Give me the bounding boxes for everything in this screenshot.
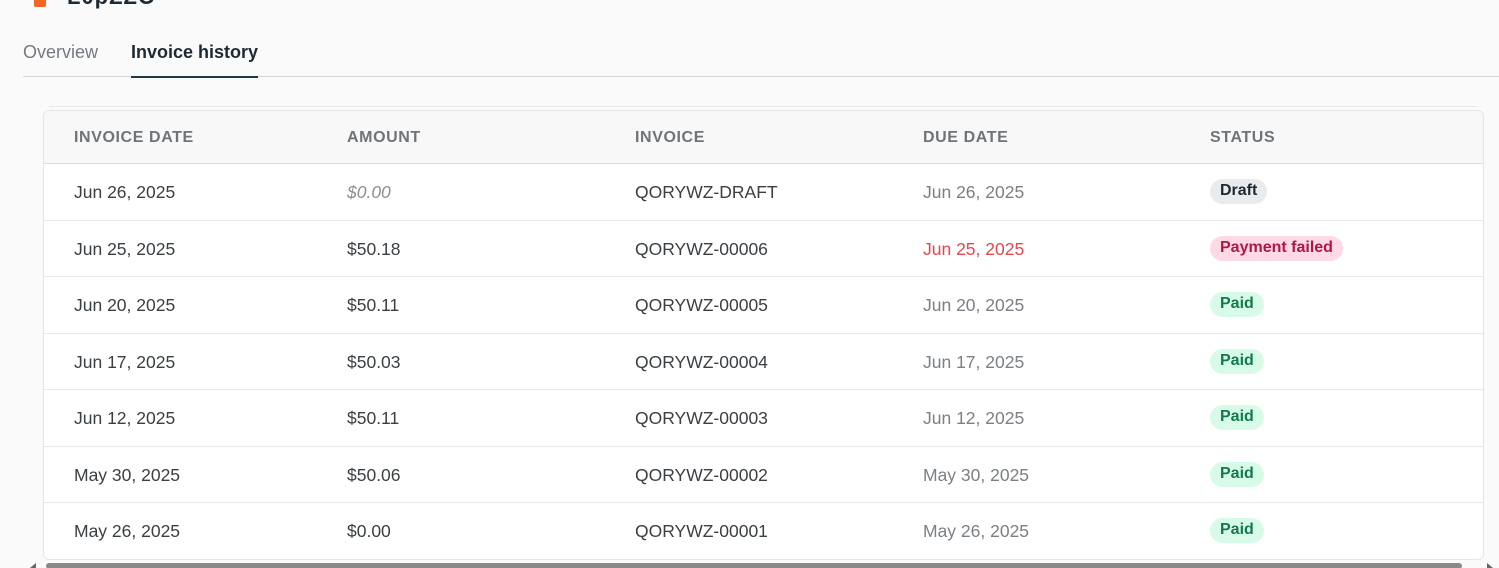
- status-badge: Draft: [1210, 179, 1268, 204]
- invoice-number-cell[interactable]: QORYWZ-DRAFT: [635, 182, 778, 203]
- status-cell: Payment failed: [1210, 235, 1343, 261]
- amount-cell: $0.00: [347, 182, 391, 202]
- due-date-cell: Jun 20, 2025: [923, 295, 1025, 315]
- table-row[interactable]: Jun 25, 2025 $50.18 QORYWZ-00006 Jun 25,…: [44, 221, 1483, 277]
- horizontal-scrollbar-thumb[interactable]: [46, 563, 1462, 568]
- status-badge: Paid: [1210, 405, 1264, 430]
- amount-cell: $50.11: [347, 295, 400, 315]
- column-header-due-date[interactable]: DUE DATE: [923, 129, 1008, 147]
- invoice-number-cell[interactable]: QORYWZ-00002: [635, 465, 768, 486]
- amount-cell: $0.00: [347, 521, 391, 541]
- table-row[interactable]: Jun 26, 2025 $0.00 QORYWZ-DRAFT Jun 26, …: [44, 164, 1483, 221]
- card-edge-divider: [49, 106, 1477, 109]
- invoice-number-cell[interactable]: QORYWZ-00005: [635, 295, 768, 316]
- table-row[interactable]: Jun 17, 2025 $50.03 QORYWZ-00004 Jun 17,…: [44, 334, 1483, 390]
- invoice-number-cell[interactable]: QORYWZ-00004: [635, 352, 768, 373]
- table-header: INVOICE DATE AMOUNT INVOICE DUE DATE STA…: [44, 111, 1483, 164]
- due-date-cell: Jun 26, 2025: [923, 182, 1025, 202]
- invoice-page: L0pZZO Overview Invoice history INVOICE …: [0, 0, 1499, 568]
- amount-cell: $50.03: [347, 351, 401, 372]
- column-header-status[interactable]: STATUS: [1210, 129, 1275, 147]
- invoice-number-cell[interactable]: QORYWZ-00001: [635, 521, 768, 542]
- invoice-date-cell: Jun 12, 2025: [74, 408, 176, 428]
- status-badge: Paid: [1210, 518, 1264, 543]
- invoice-date-cell: May 26, 2025: [74, 521, 181, 541]
- table-row[interactable]: Jun 12, 2025 $50.11 QORYWZ-00003 Jun 12,…: [44, 390, 1483, 447]
- status-badge: Paid: [1210, 461, 1264, 487]
- table-row[interactable]: Jun 20, 2025 $50.11 QORYWZ-00005 Jun 20,…: [44, 277, 1483, 334]
- amount-cell: $50.06: [347, 464, 401, 485]
- status-cell: Paid: [1210, 461, 1264, 487]
- invoice-date-cell: May 30, 2025: [74, 464, 181, 485]
- status-cell: Paid: [1210, 518, 1264, 543]
- column-header-invoice-date[interactable]: INVOICE DATE: [74, 129, 194, 147]
- invoice-table: INVOICE DATE AMOUNT INVOICE DUE DATE STA…: [43, 110, 1484, 560]
- due-date-cell: Jun 17, 2025: [923, 351, 1025, 372]
- scroll-right-arrow-icon[interactable]: [1487, 563, 1493, 568]
- status-cell: Paid: [1210, 292, 1264, 317]
- status-cell: Draft: [1210, 179, 1268, 204]
- due-date-cell: Jun 25, 2025: [923, 238, 1025, 259]
- due-date-cell: Jun 12, 2025: [923, 408, 1025, 428]
- invoice-date-cell: Jun 17, 2025: [74, 351, 176, 372]
- column-header-invoice[interactable]: INVOICE: [635, 129, 705, 147]
- invoice-date-cell: Jun 25, 2025: [74, 238, 176, 259]
- due-date-cell: May 30, 2025: [923, 464, 1030, 485]
- status-badge: Paid: [1210, 292, 1264, 317]
- amount-cell: $50.18: [347, 238, 401, 259]
- due-date-cell: May 26, 2025: [923, 521, 1030, 541]
- tab-invoice-history[interactable]: Invoice history: [131, 42, 259, 78]
- amount-cell: $50.11: [347, 408, 400, 428]
- scroll-left-arrow-icon[interactable]: [30, 563, 36, 568]
- tab-overview[interactable]: Overview: [23, 42, 98, 77]
- status-cell: Paid: [1210, 348, 1264, 374]
- invoice-date-cell: Jun 20, 2025: [74, 295, 176, 315]
- invoice-date-cell: Jun 26, 2025: [74, 182, 176, 202]
- table-row[interactable]: May 26, 2025 $0.00 QORYWZ-00001 May 26, …: [44, 503, 1483, 559]
- status-badge: Paid: [1210, 348, 1264, 374]
- status-badge: Payment failed: [1210, 235, 1343, 261]
- column-header-amount[interactable]: AMOUNT: [347, 129, 421, 147]
- page-title: L0pZZO: [67, 0, 156, 10]
- invoice-number-cell[interactable]: QORYWZ-00006: [635, 239, 768, 260]
- table-row[interactable]: May 30, 2025 $50.06 QORYWZ-00002 May 30,…: [44, 447, 1483, 503]
- brand-logo-icon: [34, 0, 46, 7]
- invoice-number-cell[interactable]: QORYWZ-00003: [635, 408, 768, 429]
- status-cell: Paid: [1210, 405, 1264, 430]
- tab-bar: Overview Invoice history: [23, 40, 1499, 78]
